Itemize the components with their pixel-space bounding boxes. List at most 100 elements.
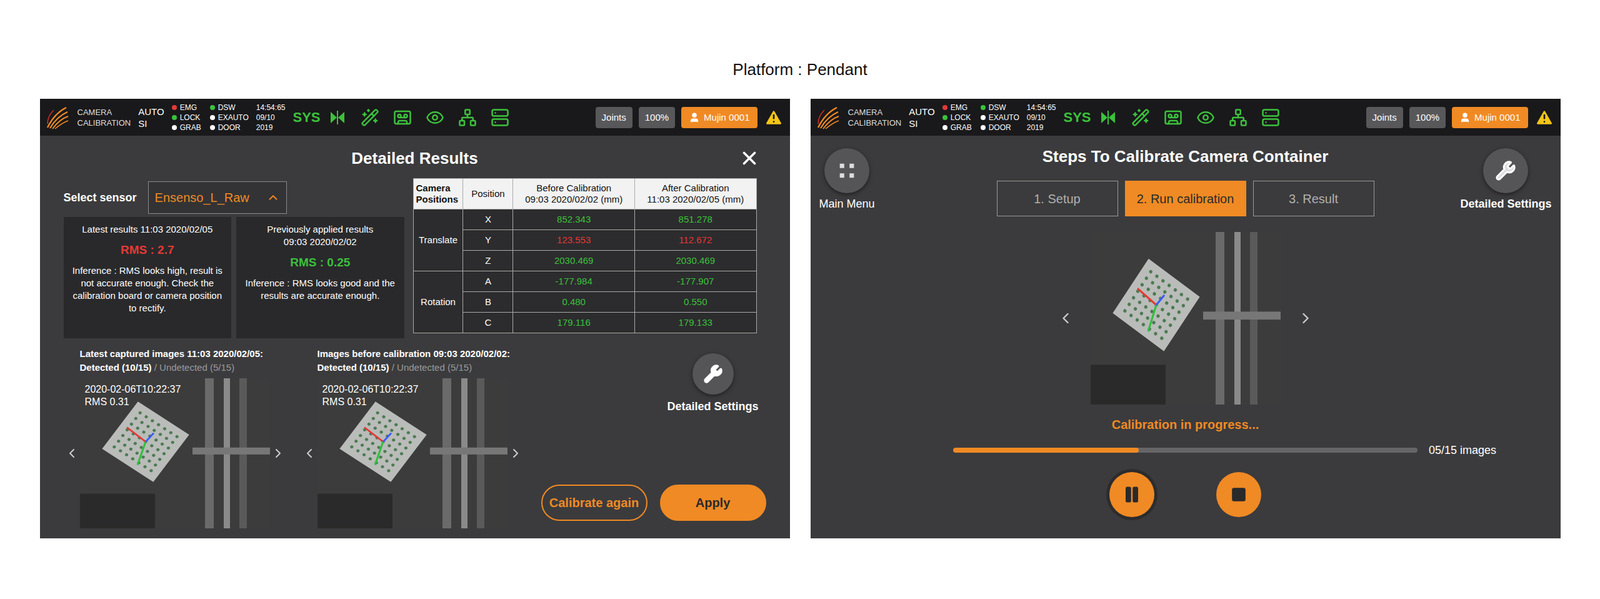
clock: 14:54:6509/102019 <box>1026 102 1057 133</box>
wand-icon[interactable] <box>360 108 380 127</box>
status-indicator: EXAUTO <box>210 112 249 123</box>
robot-mode-icon[interactable] <box>1098 108 1118 127</box>
before-cell: 123.553 <box>513 230 635 251</box>
sensor-select[interactable]: Ensenso_L_Raw <box>148 181 287 214</box>
status-dot <box>980 115 986 120</box>
pause-button[interactable] <box>1109 471 1155 517</box>
detailed-settings-button[interactable]: Detailed Settings <box>1460 145 1552 211</box>
top-bar: CAMERACALIBRATIONAUTOSIEMGLOCKGRABDSWEXA… <box>40 98 790 136</box>
toolbar-icons <box>328 108 510 127</box>
status-dot <box>942 125 948 130</box>
status-dot <box>980 105 986 110</box>
apply-button[interactable]: Apply <box>660 484 767 521</box>
user-button[interactable]: Mujin 0001 <box>681 106 757 129</box>
axis-cell: X <box>463 209 514 230</box>
next-image-button[interactable] <box>507 445 524 461</box>
stop-icon <box>1230 486 1247 503</box>
network-icon[interactable] <box>458 108 477 127</box>
step-tab[interactable]: 3. Result <box>1253 180 1375 217</box>
before-cell: 852.343 <box>513 209 635 230</box>
inference-text: Inference : RMS looks high, result is no… <box>70 264 226 315</box>
steps-title: Steps To Calibrate Camera Container <box>1042 145 1329 167</box>
status-dot <box>210 105 215 110</box>
user-button[interactable]: Mujin 0001 <box>1451 106 1528 129</box>
wrench-icon <box>703 363 724 384</box>
eye-icon[interactable] <box>1196 108 1215 127</box>
table-row: Z2030.4692030.469 <box>413 250 757 272</box>
previous-image-button[interactable] <box>63 445 80 461</box>
previous-image-button[interactable] <box>301 445 318 461</box>
main-menu-button[interactable]: Main Menu <box>819 145 875 211</box>
image-caption: 2020-02-06T10:22:37RMS 0.31 <box>322 383 419 409</box>
user-icon <box>688 111 700 124</box>
status-indicators: EMGLOCKGRABDSWEXAUTODOOR <box>171 102 249 133</box>
image-gallery: Images before calibration 09:03 2020/02/… <box>301 346 524 539</box>
gallery-caption: Latest captured images 11:03 2020/02/05:… <box>63 346 287 375</box>
table-header: Position <box>463 178 514 210</box>
axis-cell: C <box>463 312 514 334</box>
next-image-button[interactable] <box>270 445 287 461</box>
chevron-up-icon <box>266 190 280 205</box>
table-header: CameraPositions <box>413 178 464 210</box>
server-icon[interactable] <box>490 108 510 127</box>
after-cell: -177.907 <box>634 271 757 292</box>
server-icon[interactable] <box>1261 108 1280 127</box>
goggles-icon[interactable] <box>393 108 412 127</box>
sensor-label: Select sensor <box>63 189 137 207</box>
warning-icon[interactable] <box>1534 107 1555 128</box>
joints-button[interactable]: Joints <box>595 106 633 129</box>
after-cell: 112.672 <box>634 230 757 251</box>
axis-cell: Z <box>463 250 514 272</box>
axis-cell: B <box>463 291 514 313</box>
warning-icon[interactable] <box>763 107 784 128</box>
before-cell: 2030.469 <box>513 250 635 272</box>
clock: 14:54:6509/102019 <box>256 102 286 133</box>
toolbar-icons <box>1098 108 1280 127</box>
step-tab[interactable]: 1. Setup <box>996 180 1119 217</box>
page-title: Platform : Pendant <box>732 60 867 79</box>
results-body: Detailed ResultsSelect sensorEnsenso_L_R… <box>40 135 790 539</box>
network-icon[interactable] <box>1228 108 1248 127</box>
table-row: TranslateX852.343851.278 <box>413 209 757 230</box>
chevron-left-icon <box>64 445 80 461</box>
sys-button[interactable]: SYS <box>292 106 320 128</box>
speed-button[interactable]: 100% <box>1409 106 1446 129</box>
status-indicator: LOCK <box>942 112 972 123</box>
wand-icon[interactable] <box>1131 108 1150 127</box>
axis-cell: A <box>463 271 514 292</box>
stop-button[interactable] <box>1216 471 1262 517</box>
goggles-icon[interactable] <box>1163 108 1183 127</box>
status-dot <box>210 125 215 130</box>
calibrate-again-button[interactable]: Calibrate again <box>541 484 648 521</box>
next-image-button[interactable] <box>1296 309 1315 327</box>
status-dot <box>171 105 177 110</box>
previous-image-button[interactable] <box>1056 309 1075 327</box>
speed-button[interactable]: 100% <box>638 106 675 129</box>
grid-icon <box>836 160 858 182</box>
close-button[interactable] <box>738 147 760 169</box>
results-screen: CAMERACALIBRATIONAUTOSIEMGLOCKGRABDSWEXA… <box>40 98 790 539</box>
result-card-title: Previously applied results09:03 2020/02/… <box>266 223 374 249</box>
result-card: Previously applied results09:03 2020/02/… <box>236 216 405 339</box>
pause-icon <box>1122 485 1142 504</box>
page: Platform : PendantCAMERACALIBRATIONAUTOS… <box>0 0 1600 599</box>
status-indicator: EMG <box>171 102 202 113</box>
status-indicator: DOOR <box>980 122 1020 133</box>
sensor-row: Select sensor Ensenso_L_Raw <box>63 178 405 217</box>
mode: AUTOSI <box>138 105 164 130</box>
image-gallery: Latest captured images 11:03 2020/02/05:… <box>63 346 287 539</box>
status-indicator: EMG <box>942 102 972 113</box>
robot-mode-icon[interactable] <box>328 108 347 127</box>
table-row: C179.116179.133 <box>413 312 757 334</box>
table-header: Before Calibration09:03 2020/02/02 (mm) <box>513 178 635 210</box>
detailed-settings-button[interactable]: Detailed Settings <box>660 353 767 414</box>
rms-value: RMS : 2.7 <box>120 241 175 259</box>
status-dot <box>210 115 215 120</box>
sys-button[interactable]: SYS <box>1063 106 1091 128</box>
status-indicators: EMGLOCKGRABDSWEXAUTODOOR <box>942 102 1020 133</box>
eye-icon[interactable] <box>425 108 445 127</box>
joints-button[interactable]: Joints <box>1366 106 1404 129</box>
step-tab[interactable]: 2. Run calibration <box>1125 180 1247 217</box>
inference-text: Inference : RMS looks good and the resul… <box>242 276 399 302</box>
status-dot <box>980 125 986 130</box>
